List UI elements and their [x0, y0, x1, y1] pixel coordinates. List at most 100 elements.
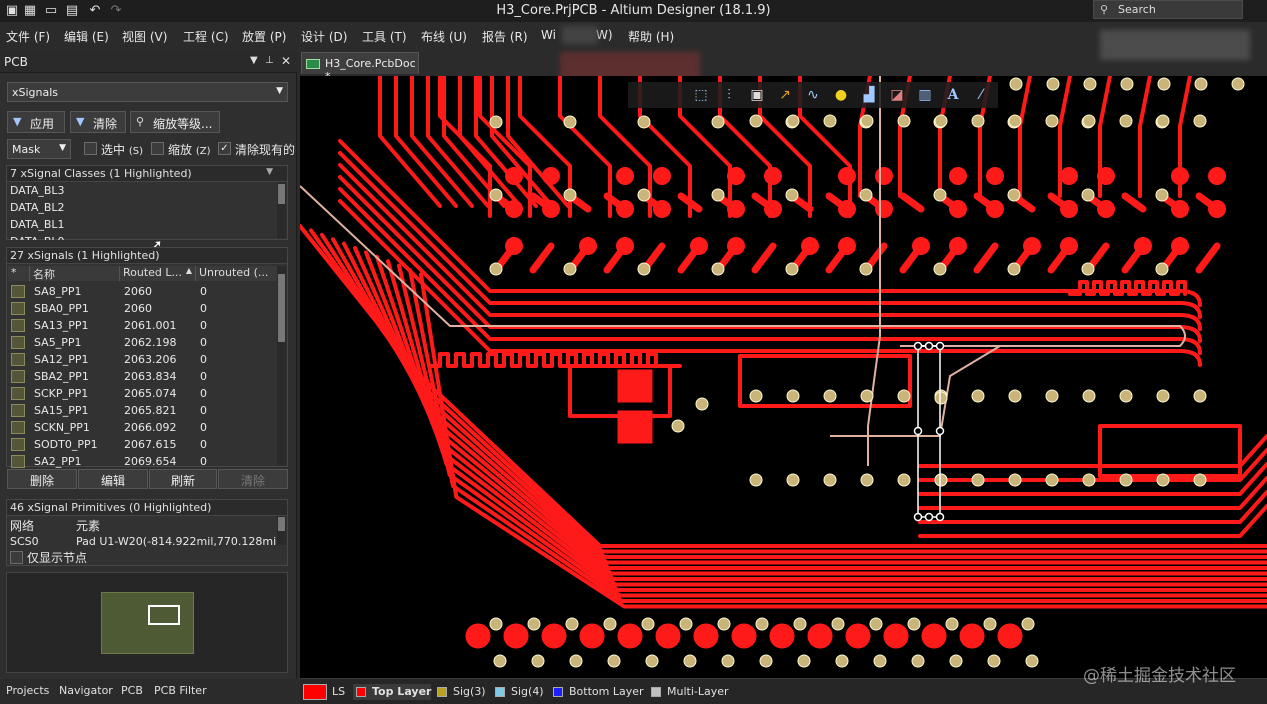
layer-sig4[interactable]: Sig(4)	[492, 684, 548, 700]
primitive-element[interactable]: Pad U1-W20(-814.922mil,770.128mil) o	[76, 535, 276, 548]
select-rect-icon[interactable]: ⬚	[692, 86, 710, 104]
via-icon[interactable]: ●	[832, 86, 850, 104]
pad	[541, 623, 567, 649]
menu-window-key[interactable]: W)	[596, 28, 613, 42]
menu-view[interactable]: 视图 (V)	[122, 28, 167, 45]
table-row[interactable]: SA5_PP1 2062.198 0	[8, 334, 278, 351]
panel-header: PCB ▼ ⊥ ✕	[0, 52, 297, 73]
selection-handle	[935, 426, 945, 436]
apply-button[interactable]: ▼ 应用	[7, 111, 65, 133]
board-thumbnail	[101, 592, 194, 654]
pin-icon[interactable]: ⊥	[265, 55, 274, 66]
menu-file[interactable]: 文件 (F)	[6, 28, 50, 45]
class-item[interactable]: DATA_BL0	[10, 235, 65, 240]
menu-help[interactable]: 帮助 (H)	[628, 28, 674, 45]
tab-navigator[interactable]: Navigator	[59, 684, 113, 697]
menu-window[interactable]: Wi	[541, 28, 556, 42]
refresh-button[interactable]: 刷新	[149, 469, 217, 489]
table-row[interactable]: SBA2_PP1 2063.834 0	[8, 368, 278, 385]
menu-edit[interactable]: 编辑 (E)	[64, 28, 109, 45]
layer-swatch	[356, 687, 366, 697]
via	[785, 188, 799, 202]
clear-existing-checkbox[interactable]: ✓	[218, 142, 231, 155]
pcb-canvas[interactable]	[300, 76, 1267, 678]
table-row[interactable]: SA13_PP1 2061.001 0	[8, 317, 278, 334]
column-header-routed[interactable]: Routed L... ▲	[120, 266, 196, 281]
board-preview[interactable]	[6, 572, 288, 673]
classes-header: 7 xSignal Classes (1 Highlighted) ▼	[7, 166, 287, 182]
menu-reports[interactable]: 报告 (R)	[482, 28, 528, 45]
keepout-icon[interactable]: ◪	[888, 86, 906, 104]
tab-pcb[interactable]: PCB	[121, 684, 143, 697]
edit-button[interactable]: 编辑	[78, 469, 148, 489]
panel-menu-icon[interactable]: ▼	[250, 55, 258, 66]
close-icon[interactable]: ✕	[281, 54, 291, 68]
layer-sig3[interactable]: Sig(3)	[434, 684, 490, 700]
zoom-level-button[interactable]: ⚲ 缩放等级...	[130, 111, 220, 133]
menu-route[interactable]: 布线 (U)	[421, 28, 467, 45]
scrollbar[interactable]	[277, 516, 286, 545]
component-icon[interactable]: ▣	[748, 86, 766, 104]
tune-length-icon[interactable]: ∿	[804, 86, 822, 104]
table-row[interactable]: SCKN_PP1 2066.092 0	[8, 419, 278, 436]
table-row[interactable]: SODT0_PP1 2067.615 0	[8, 436, 278, 453]
align-icon[interactable]: ⫶	[720, 86, 738, 104]
layer-multi[interactable]: Multi-Layer	[648, 684, 732, 700]
xsignals-header: 27 xSignals (1 Highlighted)	[7, 248, 287, 264]
menu-project[interactable]: 工程 (C)	[183, 28, 229, 45]
primitive-net[interactable]: SCS0	[10, 535, 39, 548]
column-header-name[interactable]: 名称	[30, 266, 120, 281]
mask-select[interactable]: Mask ▼	[7, 139, 71, 159]
column-header-unrouted[interactable]: Unrouted (...	[196, 266, 278, 281]
layer-top[interactable]: Top Layer	[353, 684, 431, 700]
menu-place[interactable]: 放置 (P)	[242, 28, 286, 45]
table-row[interactable]: SA8_PP1 2060 0	[8, 283, 278, 300]
table-row[interactable]: SA12_PP1 2063.206 0	[8, 351, 278, 368]
tab-pcb-filter[interactable]: PCB Filter	[154, 684, 207, 697]
menu-design[interactable]: 设计 (D)	[301, 28, 347, 45]
table-row[interactable]: SA15_PP1 2065.821 0	[8, 402, 278, 419]
xsignal-color-swatch	[11, 455, 25, 468]
layer-set-ls[interactable]: LS	[302, 684, 348, 700]
class-item[interactable]: DATA_BL1	[10, 218, 65, 231]
via	[711, 262, 725, 276]
tab-document[interactable]: H3_Core.PcbDoc *	[301, 52, 419, 83]
layer-bottom[interactable]: Bottom Layer	[550, 684, 646, 700]
clear-list-button[interactable]: 清除	[218, 469, 288, 489]
table-row[interactable]: SA2_PP1 2069.654 0	[8, 453, 278, 470]
scrollbar[interactable]	[277, 266, 286, 465]
table-row[interactable]: SBA0_PP1 2060 0	[8, 300, 278, 317]
tab-projects[interactable]: Projects	[6, 684, 49, 697]
via	[1009, 77, 1023, 91]
via	[641, 617, 655, 631]
table-row[interactable]: SCKP_PP1 2065.074 0	[8, 385, 278, 402]
dimension-icon[interactable]: ▥	[916, 86, 934, 104]
class-item[interactable]: DATA_BL2	[10, 201, 65, 214]
watermark: @稀土掘金技术社区	[1083, 666, 1236, 686]
xsignal-name: SA15_PP1	[34, 404, 89, 417]
clear-button[interactable]: ▼ 清除	[70, 111, 126, 133]
delete-button[interactable]: 删除	[7, 469, 77, 489]
only-nodes-checkbox[interactable]	[10, 551, 23, 564]
xsignal-color-swatch	[11, 353, 25, 366]
text-icon[interactable]: A	[944, 86, 962, 104]
mode-select[interactable]: xSignals ▼	[7, 82, 288, 102]
via	[1193, 114, 1207, 128]
fill-icon[interactable]: ▟	[860, 86, 878, 104]
column-header-star[interactable]: *	[8, 266, 30, 281]
scrollbar[interactable]	[277, 182, 286, 238]
via	[971, 389, 985, 403]
column-header-net[interactable]: 网络	[10, 517, 34, 534]
select-checkbox[interactable]	[84, 142, 97, 155]
class-item[interactable]: DATA_BL3	[10, 184, 65, 197]
via	[1193, 389, 1207, 403]
search-input[interactable]: ⚲ Search	[1093, 0, 1243, 19]
line-icon[interactable]: ⁄	[972, 86, 990, 104]
zoom-checkbox[interactable]	[151, 142, 164, 155]
via	[873, 654, 887, 668]
column-header-element[interactable]: 元素	[76, 517, 100, 534]
menu-tools[interactable]: 工具 (T)	[362, 28, 407, 45]
menu-bar: 文件 (F) 编辑 (E) 视图 (V) 工程 (C) 放置 (P) 设计 (D…	[0, 22, 1267, 48]
via	[786, 389, 800, 403]
route-icon[interactable]: ↗	[776, 86, 794, 104]
